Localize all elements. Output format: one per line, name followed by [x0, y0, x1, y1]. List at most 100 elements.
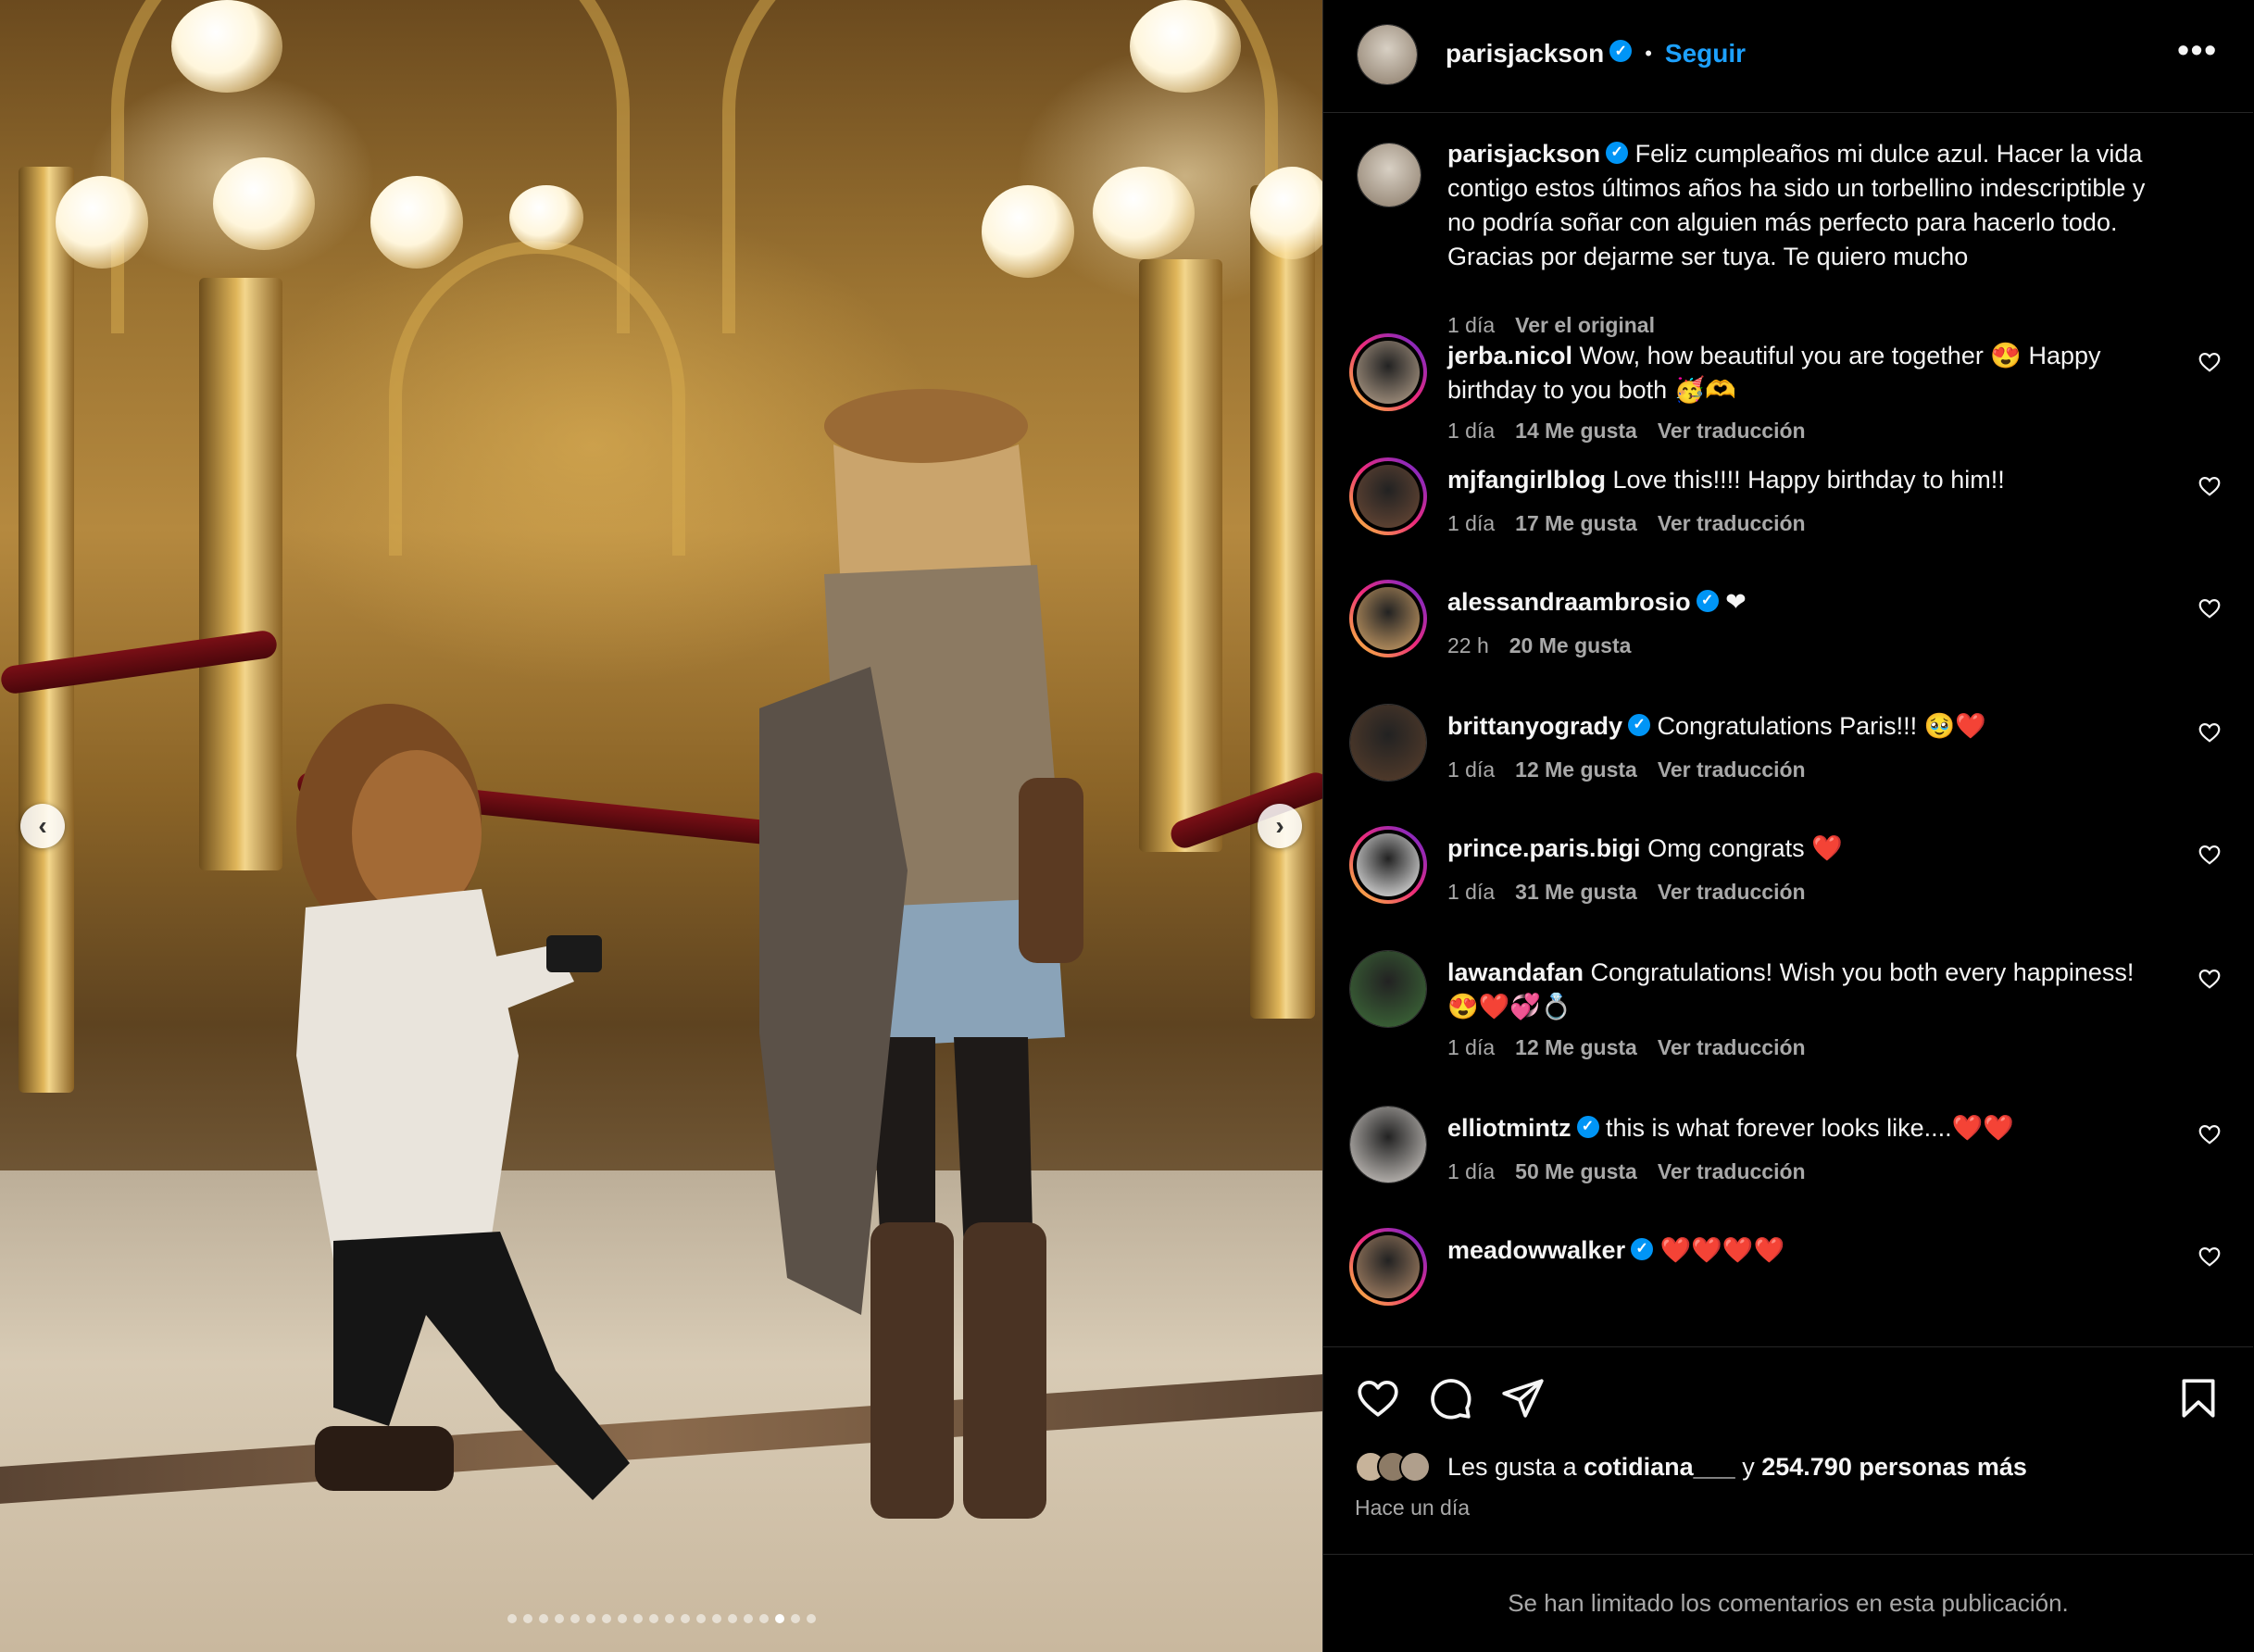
carousel-dot [774, 1614, 784, 1623]
column-decor [199, 278, 282, 870]
avatar[interactable] [1349, 950, 1427, 1028]
comment-body: Omg congrats ❤️ [1640, 834, 1843, 862]
comment-username[interactable]: mjfangirlblog [1447, 466, 1606, 494]
avatar[interactable] [1349, 826, 1427, 904]
comment-meta: 1 día 14 Me gusta Ver traducción [1447, 419, 1806, 444]
carousel-next-button[interactable]: › [1258, 804, 1302, 848]
caption-username[interactable]: parisjackson [1447, 140, 1600, 168]
comment-body: ❤️❤️❤️❤️ [1653, 1236, 1785, 1264]
avatar[interactable] [1349, 1106, 1427, 1183]
follow-button[interactable]: Seguir [1665, 39, 1746, 69]
carousel-dot [632, 1614, 643, 1623]
post-timestamp: Hace un día [1355, 1496, 1471, 1520]
header-username[interactable]: parisjackson [1446, 39, 1604, 69]
heart-icon[interactable] [2198, 720, 2222, 745]
heart-icon[interactable] [1355, 1375, 1401, 1421]
carousel-dot [522, 1614, 532, 1623]
see-translation-link[interactable]: Ver traducción [1658, 1159, 1806, 1184]
bookmark-icon[interactable] [2175, 1375, 2222, 1421]
comment-text: meadowwalker ✓ ❤️❤️❤️❤️ [1447, 1233, 2151, 1268]
avatar[interactable] [1357, 143, 1421, 207]
see-translation-link[interactable]: Ver traducción [1658, 419, 1806, 444]
comment-time: 1 día [1447, 419, 1496, 443]
comment-icon[interactable] [1427, 1375, 1473, 1421]
avatar[interactable] [1349, 1228, 1427, 1306]
lamp-globe [370, 176, 463, 269]
comment-item: brittanyogrady ✓ Congratulations Paris!!!… [1323, 704, 2253, 824]
comment-username[interactable]: jerba.nicol [1447, 342, 1572, 369]
comment-likes[interactable]: 31 Me gusta [1515, 880, 1637, 905]
comment-meta: 22 h 20 Me gusta [1447, 633, 1631, 658]
carousel-dot [617, 1614, 627, 1623]
comment-text: lawandafan Congratulations! Wish you bot… [1447, 956, 2151, 1024]
comment-text: prince.paris.bigi Omg congrats ❤️ [1447, 832, 2151, 866]
likes-summary[interactable]: Les gusta a cotidiana___ y 254.790 perso… [1355, 1451, 2027, 1483]
comment-item: meadowwalker ✓ ❤️❤️❤️❤️ [1323, 1228, 2253, 1346]
comment-username[interactable]: lawandafan [1447, 958, 1584, 986]
column-decor [1250, 185, 1315, 1019]
verified-icon: ✓ [1609, 40, 1633, 62]
column-decor [19, 167, 74, 1093]
comment-username[interactable]: alessandraambrosio [1447, 588, 1691, 616]
see-translation-link[interactable]: Ver traducción [1658, 757, 1806, 782]
comment-username[interactable]: elliotmintz [1447, 1114, 1572, 1142]
comment-item: lawandafan Congratulations! Wish you bot… [1323, 950, 2253, 1098]
heart-icon[interactable] [2198, 967, 2222, 991]
heart-icon[interactable] [2198, 1245, 2222, 1269]
lamp-globe [509, 185, 583, 250]
comment-username[interactable]: meadowwalker [1447, 1236, 1625, 1264]
comment-time: 22 h [1447, 633, 1489, 657]
heart-icon[interactable] [2198, 350, 2222, 374]
kneeling-person [296, 704, 630, 1500]
lamp-globe [982, 185, 1074, 278]
avatar[interactable] [1349, 580, 1427, 657]
comment-text: elliotmintz ✓ this is what forever looks … [1447, 1111, 2151, 1145]
carousel-dot [790, 1614, 800, 1623]
comment-username[interactable]: brittanyogrady [1447, 712, 1622, 740]
comment-likes[interactable]: 17 Me gusta [1515, 511, 1637, 536]
avatar[interactable] [1349, 457, 1427, 535]
comment-body: this is what forever looks like....❤️❤️ [1598, 1114, 2014, 1142]
comment-likes[interactable]: 50 Me gusta [1515, 1159, 1637, 1184]
column-decor [1139, 259, 1222, 852]
comment-body: ❤ [1718, 588, 1747, 616]
comment-time: 1 día [1447, 511, 1496, 535]
carousel-dot [664, 1614, 674, 1623]
carousel-indicator [0, 1614, 1322, 1623]
see-translation-link[interactable]: Ver traducción [1658, 511, 1806, 536]
comments-list[interactable]: parisjackson ✓ Feliz cumpleaños mi dulce … [1323, 115, 2253, 1346]
carousel-dot [538, 1614, 548, 1623]
carousel-dot [570, 1614, 580, 1623]
post-sidebar: parisjackson ✓ • Seguir ••• parisjackson… [1322, 0, 2254, 1652]
comment-time: 1 día [1447, 880, 1496, 904]
heart-icon[interactable] [2198, 843, 2222, 867]
heart-icon[interactable] [2198, 474, 2222, 498]
comments-limited-notice: Se han limitado los comentarios en esta … [1323, 1554, 2253, 1652]
see-translation-link[interactable]: Ver traducción [1658, 880, 1806, 905]
avatar[interactable] [1349, 333, 1427, 411]
comment-body: Love this!!!! Happy birthday to him!! [1606, 466, 2005, 494]
comment-meta: 1 día 12 Me gusta Ver traducción [1447, 757, 1806, 782]
avatar[interactable] [1349, 704, 1427, 782]
likes-user[interactable]: cotidiana___ [1584, 1453, 1735, 1481]
carousel-dot [806, 1614, 816, 1623]
heart-icon[interactable] [2198, 596, 2222, 620]
comment-likes[interactable]: 12 Me gusta [1515, 757, 1637, 782]
more-icon[interactable]: ••• [2177, 33, 2218, 67]
share-icon[interactable] [1499, 1375, 1546, 1421]
separator-dot: • [1645, 42, 1652, 65]
heart-icon[interactable] [2198, 1122, 2222, 1146]
lamp-globe [56, 176, 148, 269]
comment-likes[interactable]: 12 Me gusta [1515, 1035, 1637, 1060]
comment-likes[interactable]: 20 Me gusta [1509, 633, 1632, 658]
comment-username[interactable]: prince.paris.bigi [1447, 834, 1641, 862]
carousel-prev-button[interactable]: ‹ [20, 804, 65, 848]
comment-likes[interactable]: 14 Me gusta [1515, 419, 1637, 444]
avatar [1399, 1451, 1431, 1483]
carousel-dot [601, 1614, 611, 1623]
likes-count[interactable]: 254.790 personas más [1761, 1453, 2027, 1481]
post-image[interactable]: ‹ › [0, 0, 1322, 1652]
see-translation-link[interactable]: Ver traducción [1658, 1035, 1806, 1060]
avatar[interactable] [1357, 24, 1418, 85]
carousel-dot [507, 1614, 517, 1623]
